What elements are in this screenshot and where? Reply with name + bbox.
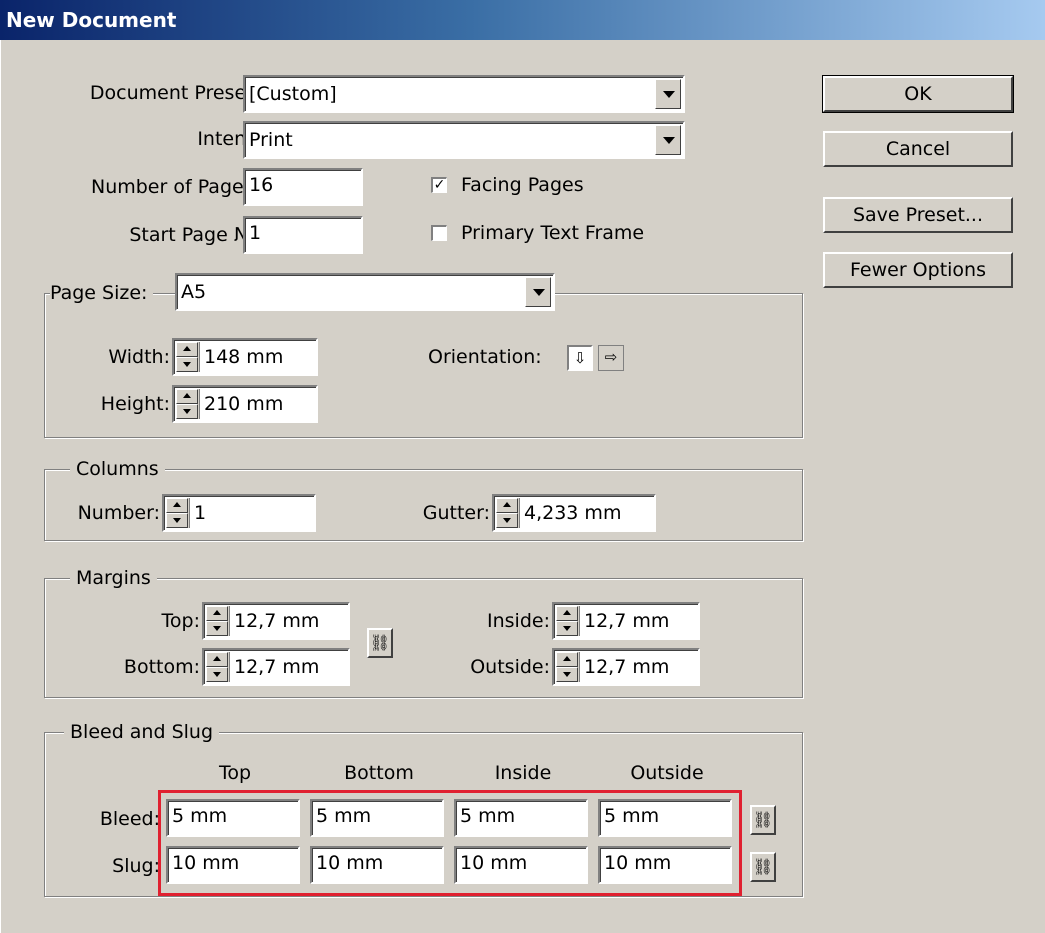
header-outside: Outside xyxy=(630,762,704,784)
width-spinner[interactable]: 148 mm xyxy=(172,338,318,376)
bleed-outside-field[interactable]: 5 mm xyxy=(598,799,732,837)
columns-number-label: Number: xyxy=(77,502,160,524)
stepper-arrows-icon[interactable] xyxy=(206,652,230,682)
chevron-down-icon[interactable] xyxy=(525,277,551,307)
bleed-inside-field[interactable]: 5 mm xyxy=(454,799,588,837)
start-page-field[interactable]: 1 xyxy=(243,216,363,254)
bleed-bottom-field[interactable]: 5 mm xyxy=(310,799,444,837)
margin-outside-value: 12,7 mm xyxy=(584,656,670,678)
check-icon: ✓ xyxy=(433,177,446,193)
gutter-label: Gutter: xyxy=(422,502,490,524)
document-preset-value: [Custom] xyxy=(249,83,337,105)
margin-inside-spinner[interactable]: 12,7 mm xyxy=(552,602,700,640)
slug-bottom-value: 10 mm xyxy=(316,852,384,874)
window-title: New Document xyxy=(0,0,1045,40)
save-preset-button[interactable]: Save Preset... xyxy=(823,197,1013,233)
stepper-arrows-icon[interactable] xyxy=(556,652,580,682)
margin-top-value: 12,7 mm xyxy=(234,610,320,632)
ok-button[interactable]: OK xyxy=(822,75,1014,113)
bleed-label: Bleed: xyxy=(99,808,160,830)
fewer-options-button[interactable]: Fewer Options xyxy=(823,252,1013,288)
facing-pages-checkbox[interactable]: ✓ xyxy=(431,177,447,193)
page-size-label: Page Size: xyxy=(50,282,154,304)
header-top: Top xyxy=(218,762,252,784)
gutter-value: 4,233 mm xyxy=(524,502,622,524)
number-of-pages-label: Number of Pages: xyxy=(90,176,260,198)
margin-top-label: Top: xyxy=(161,610,200,632)
width-value: 148 mm xyxy=(204,346,284,368)
portrait-page-icon[interactable]: ⇩ xyxy=(567,345,593,371)
width-label: Width: xyxy=(108,346,170,368)
stepper-arrows-icon[interactable] xyxy=(206,606,230,636)
intent-select[interactable]: Print xyxy=(243,121,685,159)
height-spinner[interactable]: 210 mm xyxy=(172,385,318,423)
slug-outside-field[interactable]: 10 mm xyxy=(598,846,732,884)
page-size-select[interactable]: A5 xyxy=(175,273,555,311)
document-preset-label: Document Preset: xyxy=(89,82,260,104)
header-inside: Inside xyxy=(494,762,552,784)
stepper-arrows-icon[interactable] xyxy=(176,342,200,372)
margin-bottom-label: Bottom: xyxy=(123,656,200,678)
intent-value: Print xyxy=(249,129,293,151)
stepper-arrows-icon[interactable] xyxy=(176,389,200,419)
slug-label: Slug: xyxy=(112,855,160,877)
margin-top-spinner[interactable]: 12,7 mm xyxy=(202,602,350,640)
number-of-pages-field[interactable]: 16 xyxy=(243,168,363,206)
document-preset-select[interactable]: [Custom] xyxy=(243,75,685,113)
height-value: 210 mm xyxy=(204,393,284,415)
columns-number-value: 1 xyxy=(194,502,207,524)
slug-outside-value: 10 mm xyxy=(604,852,672,874)
header-bottom: Bottom xyxy=(344,762,414,784)
margin-inside-value: 12,7 mm xyxy=(584,610,670,632)
margin-outside-spinner[interactable]: 12,7 mm xyxy=(552,648,700,686)
margin-outside-label: Outside: xyxy=(470,656,550,678)
slug-inside-field[interactable]: 10 mm xyxy=(454,846,588,884)
chain-link-icon[interactable]: ⛓ xyxy=(750,805,776,835)
bleed-top-field[interactable]: 5 mm xyxy=(166,799,300,837)
orientation-label: Orientation: xyxy=(428,346,542,368)
cancel-button[interactable]: Cancel xyxy=(823,131,1013,167)
slug-bottom-field[interactable]: 10 mm xyxy=(310,846,444,884)
columns-label: Columns xyxy=(70,458,165,480)
primary-text-frame-checkbox[interactable] xyxy=(431,225,447,241)
landscape-page-icon[interactable]: ⇨ xyxy=(598,345,624,371)
margins-label: Margins xyxy=(70,567,157,589)
stepper-arrows-icon[interactable] xyxy=(166,498,190,528)
chain-link-icon[interactable]: ⛓ xyxy=(750,852,776,882)
height-label: Height: xyxy=(100,393,170,415)
intent-label: Intent: xyxy=(197,128,260,150)
columns-number-spinner[interactable]: 1 xyxy=(162,494,316,532)
slug-inside-value: 10 mm xyxy=(460,852,528,874)
margin-bottom-value: 12,7 mm xyxy=(234,656,320,678)
chain-link-icon[interactable]: ⛓ xyxy=(367,628,393,658)
bleed-slug-label: Bleed and Slug xyxy=(64,721,220,743)
bleed-outside-value: 5 mm xyxy=(604,805,660,827)
primary-text-frame-label[interactable]: Primary Text Frame xyxy=(461,222,644,244)
gutter-spinner[interactable]: 4,233 mm xyxy=(492,494,656,532)
bleed-inside-value: 5 mm xyxy=(460,805,516,827)
margin-inside-label: Inside: xyxy=(487,610,550,632)
window-frame xyxy=(0,40,11,933)
bleed-bottom-value: 5 mm xyxy=(316,805,372,827)
start-page-value: 1 xyxy=(249,222,262,244)
stepper-arrows-icon[interactable] xyxy=(496,498,520,528)
facing-pages-label[interactable]: Facing Pages xyxy=(461,174,584,196)
chevron-down-icon[interactable] xyxy=(655,79,681,109)
slug-top-field[interactable]: 10 mm xyxy=(166,846,300,884)
bleed-top-value: 5 mm xyxy=(172,805,228,827)
stepper-arrows-icon[interactable] xyxy=(556,606,580,636)
slug-top-value: 10 mm xyxy=(172,852,240,874)
page-size-value: A5 xyxy=(181,281,207,303)
number-of-pages-value: 16 xyxy=(249,174,274,196)
chevron-down-icon[interactable] xyxy=(655,125,681,155)
margin-bottom-spinner[interactable]: 12,7 mm xyxy=(202,648,350,686)
start-page-label: Start Page №: xyxy=(129,224,260,246)
